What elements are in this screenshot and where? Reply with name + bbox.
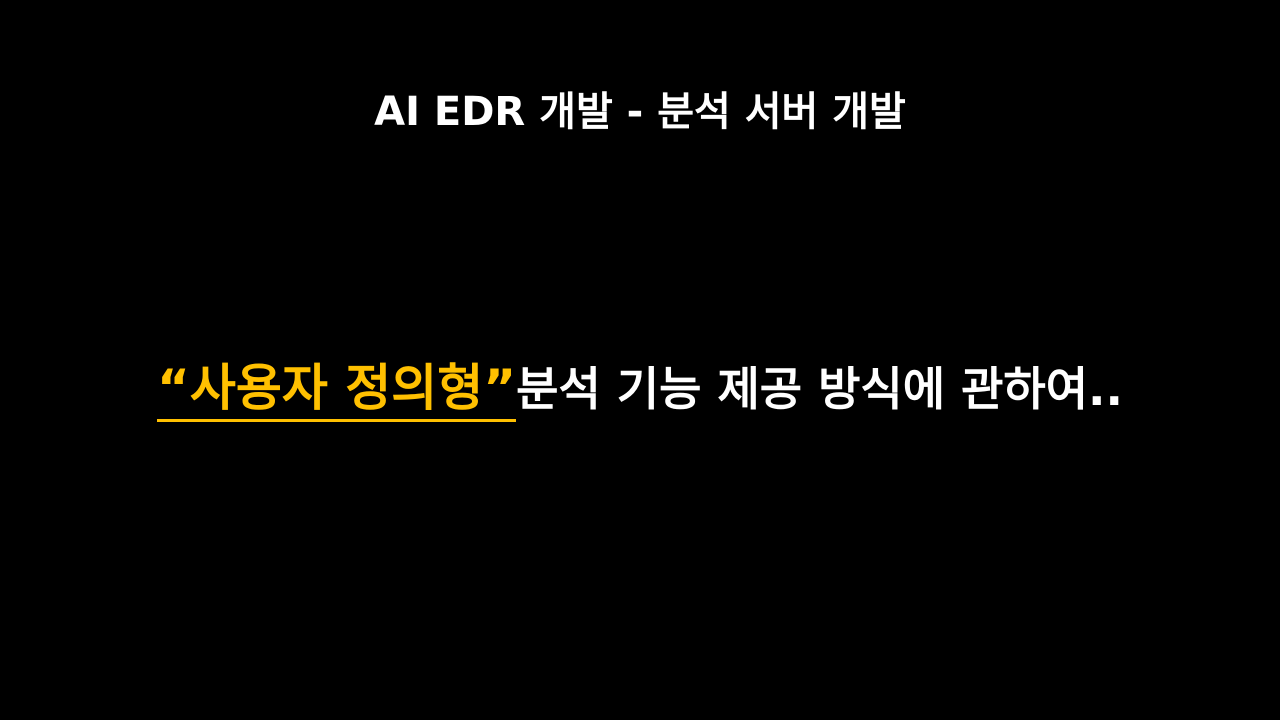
slide-headline: “사용자 정의형”분석 기능 제공 방식에 관하여.. xyxy=(0,356,1280,422)
presentation-slide: AI EDR 개발 - 분석 서버 개발 “사용자 정의형”분석 기능 제공 방… xyxy=(0,0,1280,720)
highlight-phrase: “사용자 정의형” xyxy=(157,359,517,422)
slide-title: AI EDR 개발 - 분석 서버 개발 xyxy=(374,89,906,135)
headline-body-text: 분석 기능 제공 방식에 관하여.. xyxy=(516,362,1123,416)
